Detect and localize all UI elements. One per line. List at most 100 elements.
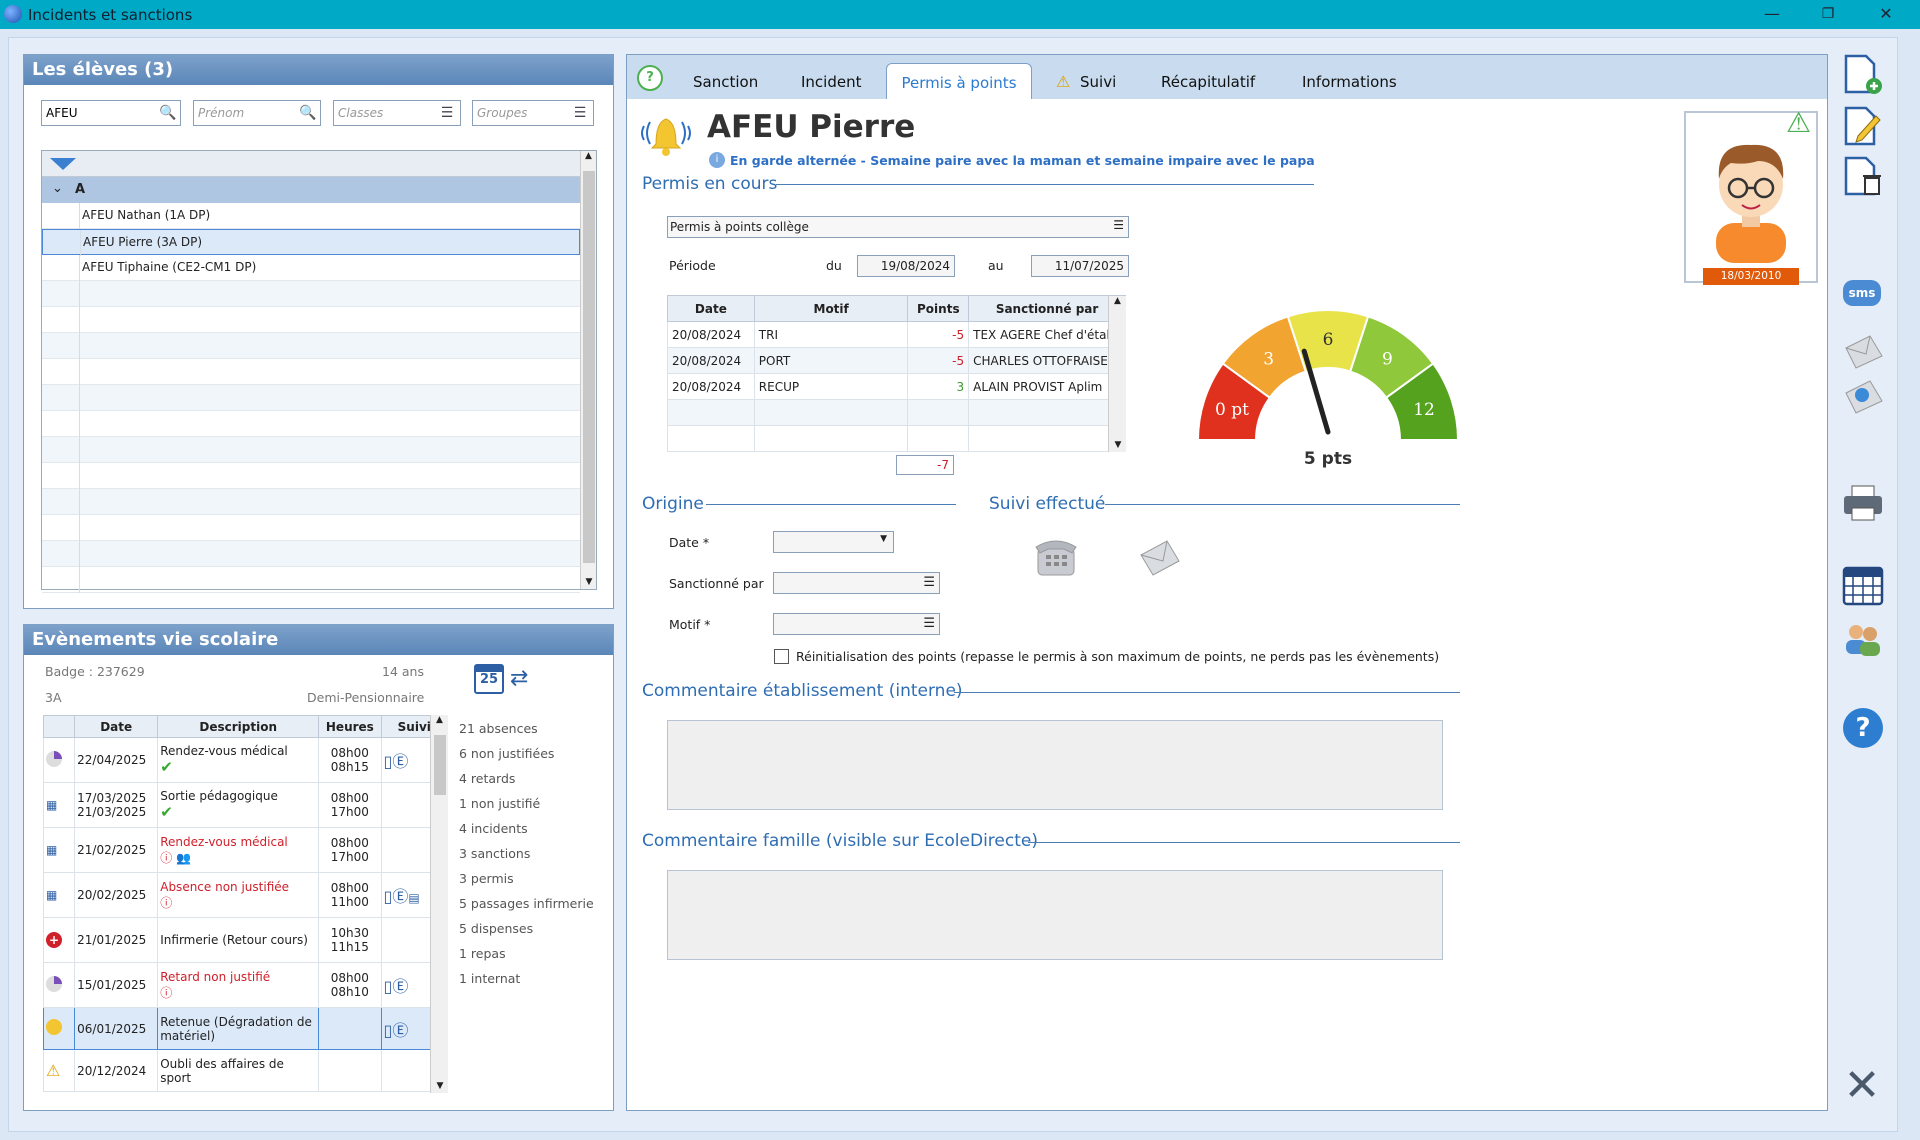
summary-item[interactable]: 1 non justifié	[459, 791, 594, 816]
au-label: au	[988, 258, 1004, 273]
ecoledirecte-icon[interactable]: Ⓔ	[392, 752, 408, 771]
tab-suivi[interactable]: Suivi	[1080, 63, 1116, 99]
tab-informations[interactable]: Informations	[1302, 63, 1397, 99]
summary-item[interactable]: 6 non justifiées	[459, 741, 594, 766]
list-menu-icon: ☰	[923, 575, 935, 590]
col-motif[interactable]: Motif	[753, 295, 909, 322]
origine-date-select[interactable]: ▼	[773, 531, 894, 553]
letter-icon[interactable]: ▤	[408, 891, 419, 905]
calendar-icon[interactable]	[1842, 564, 1884, 606]
calendar-sync-icon[interactable]: ⇄	[510, 664, 540, 694]
search-icon[interactable]: 🔍	[297, 102, 319, 124]
ecoledirecte-icon[interactable]: Ⓔ	[392, 1021, 408, 1040]
permis-row[interactable]: 20/08/2024 TRI -5 TEX AGERE Chef d'établis	[667, 321, 1126, 348]
empty-row	[42, 307, 580, 333]
permis-type-select[interactable]: Permis à points collège ☰	[667, 216, 1129, 238]
event-row[interactable]: 22/04/2025 Rendez-vous médical ✔ 08h00 08h…	[42, 737, 449, 783]
summary-item[interactable]: 1 internat	[459, 966, 594, 991]
chevron-down-icon[interactable]: ⌄	[52, 181, 63, 196]
summary-item[interactable]: 3 sanctions	[459, 841, 594, 866]
permis-row[interactable]: 20/08/2024 PORT -5 CHARLES OTTOFRAISE Ap	[667, 347, 1126, 374]
new-document-icon[interactable]	[1842, 54, 1884, 96]
event-desc-cell: Absence non justifiée ⓘ	[157, 872, 320, 918]
tab-sanction[interactable]: Sanction	[693, 63, 758, 99]
tab-recapitulatif[interactable]: Récapitulatif	[1161, 63, 1255, 99]
summary-item[interactable]: 5 dispenses	[459, 916, 594, 941]
list-menu-icon[interactable]: ☰	[569, 102, 591, 124]
summary-item[interactable]: 1 repas	[459, 941, 594, 966]
phone-icon[interactable]: ▯	[384, 887, 393, 906]
help-icon[interactable]: ?	[637, 65, 663, 91]
motif-select[interactable]: ☰	[773, 613, 940, 635]
calendar-icon[interactable]: 25	[474, 664, 504, 694]
summary-item[interactable]: 4 retards	[459, 766, 594, 791]
ecoledirecte-icon[interactable]: Ⓔ	[392, 887, 408, 906]
group-row[interactable]: ⌄ A	[42, 177, 580, 203]
event-row[interactable]: ⚠ 20/12/2024 Oubli des affaires de sport	[42, 1049, 449, 1092]
event-date: 21/02/2025	[74, 827, 159, 873]
event-row-selected[interactable]: 06/01/2025 Retenue (Dégradation de matér…	[42, 1007, 449, 1050]
help-icon[interactable]: ?	[1843, 708, 1883, 748]
scrollbar[interactable]: ▲ ▼	[580, 151, 596, 589]
date-au-field[interactable]: 11/07/2025	[1031, 255, 1129, 277]
reinit-checkbox[interactable]	[774, 649, 789, 664]
title-bar: Incidents et sanctions — ❐ ✕	[0, 0, 1920, 29]
col-points[interactable]: Points	[907, 295, 970, 322]
tab-incident[interactable]: Incident	[801, 63, 861, 99]
empty-row	[667, 399, 1126, 426]
edit-document-icon[interactable]	[1842, 106, 1884, 148]
event-row[interactable]: + 21/01/2025 Infirmerie (Retour cours) 1…	[42, 917, 449, 963]
search-icon[interactable]: 🔍	[157, 102, 179, 124]
delete-document-icon[interactable]	[1842, 156, 1884, 198]
event-row[interactable]: 15/01/2025 Retard non justifié ⓘ 08h00 08h…	[42, 962, 449, 1008]
phone-icon[interactable]: ▯	[384, 752, 393, 771]
sms-icon[interactable]: sms	[1843, 280, 1881, 306]
event-row[interactable]: ▦ 17/03/2025 21/03/2025 Sortie pédagogiqu…	[42, 782, 449, 828]
ecoledirecte-icon[interactable]: Ⓔ	[392, 977, 408, 996]
mail-icon[interactable]	[1842, 330, 1884, 372]
col-date[interactable]: Date	[667, 295, 755, 322]
student-row[interactable]: AFEU Nathan (1A DP)	[42, 203, 580, 229]
mail-icon[interactable]	[1137, 535, 1183, 579]
phone-icon[interactable]: ▯	[384, 1021, 393, 1040]
comment-etab-textarea[interactable]	[667, 720, 1443, 810]
minimize-icon[interactable]: —	[1762, 4, 1782, 24]
tab-permis[interactable]: Permis à points	[886, 63, 1032, 99]
app-logo-icon	[4, 5, 22, 23]
phone-call-icon[interactable]	[1034, 535, 1078, 577]
col-heures[interactable]: Heures	[318, 715, 382, 738]
alert-triangle-icon[interactable]: ⚠	[1786, 106, 1811, 139]
close-icon[interactable]: ✕	[1842, 1064, 1882, 1108]
event-desc: Absence non justifiée	[160, 879, 290, 894]
student-row[interactable]: AFEU Tiphaine (CE2-CM1 DP)	[42, 255, 580, 281]
col-description[interactable]: Description	[157, 715, 320, 738]
permis-scrollbar[interactable]: ▲ ▼	[1108, 296, 1126, 452]
summary-item[interactable]: 5 passages infirmerie	[459, 891, 594, 916]
check-icon: ✔	[160, 803, 173, 821]
class-label: 3A	[45, 690, 62, 705]
mailing-icon[interactable]	[1842, 375, 1884, 417]
close-window-icon[interactable]: ✕	[1876, 4, 1896, 24]
restore-icon[interactable]: ❐	[1818, 4, 1838, 24]
students-grid: ⌄ A AFEU Nathan (1A DP) AFEU Pierre (3A …	[41, 150, 597, 593]
phone-icon[interactable]: ▯	[384, 977, 393, 996]
info-icon: i	[709, 152, 725, 168]
sanctionne-par-select[interactable]: ☰	[773, 572, 940, 594]
event-row[interactable]: ▦ 20/02/2025 Absence non justifiée ⓘ 08h0…	[42, 872, 449, 918]
users-icon[interactable]	[1842, 618, 1884, 660]
permis-row[interactable]: 20/08/2024 RECUP 3 ALAIN PROVIST Aplim	[667, 373, 1126, 400]
permis-table: Date Motif Points Sanctionné par 20/08/2…	[667, 295, 1126, 452]
events-scrollbar[interactable]: ▲ ▼	[430, 715, 448, 1093]
collapse-all-icon[interactable]	[50, 158, 76, 170]
list-menu-icon[interactable]: ☰	[436, 102, 458, 124]
summary-item[interactable]: 21 absences	[459, 716, 594, 741]
date-du-field[interactable]: 19/08/2024	[857, 255, 955, 277]
col-date[interactable]: Date	[74, 715, 159, 738]
print-icon[interactable]	[1842, 482, 1884, 524]
summary-item[interactable]: 3 permis	[459, 866, 594, 891]
col-sanctionne-par[interactable]: Sanctionné par	[968, 295, 1126, 322]
student-row-selected[interactable]: AFEU Pierre (3A DP)	[42, 229, 580, 256]
summary-item[interactable]: 4 incidents	[459, 816, 594, 841]
comment-famille-textarea[interactable]	[667, 870, 1443, 960]
event-row[interactable]: ▦ 21/02/2025 Rendez-vous médical ⓘ 👥 08h0…	[42, 827, 449, 873]
